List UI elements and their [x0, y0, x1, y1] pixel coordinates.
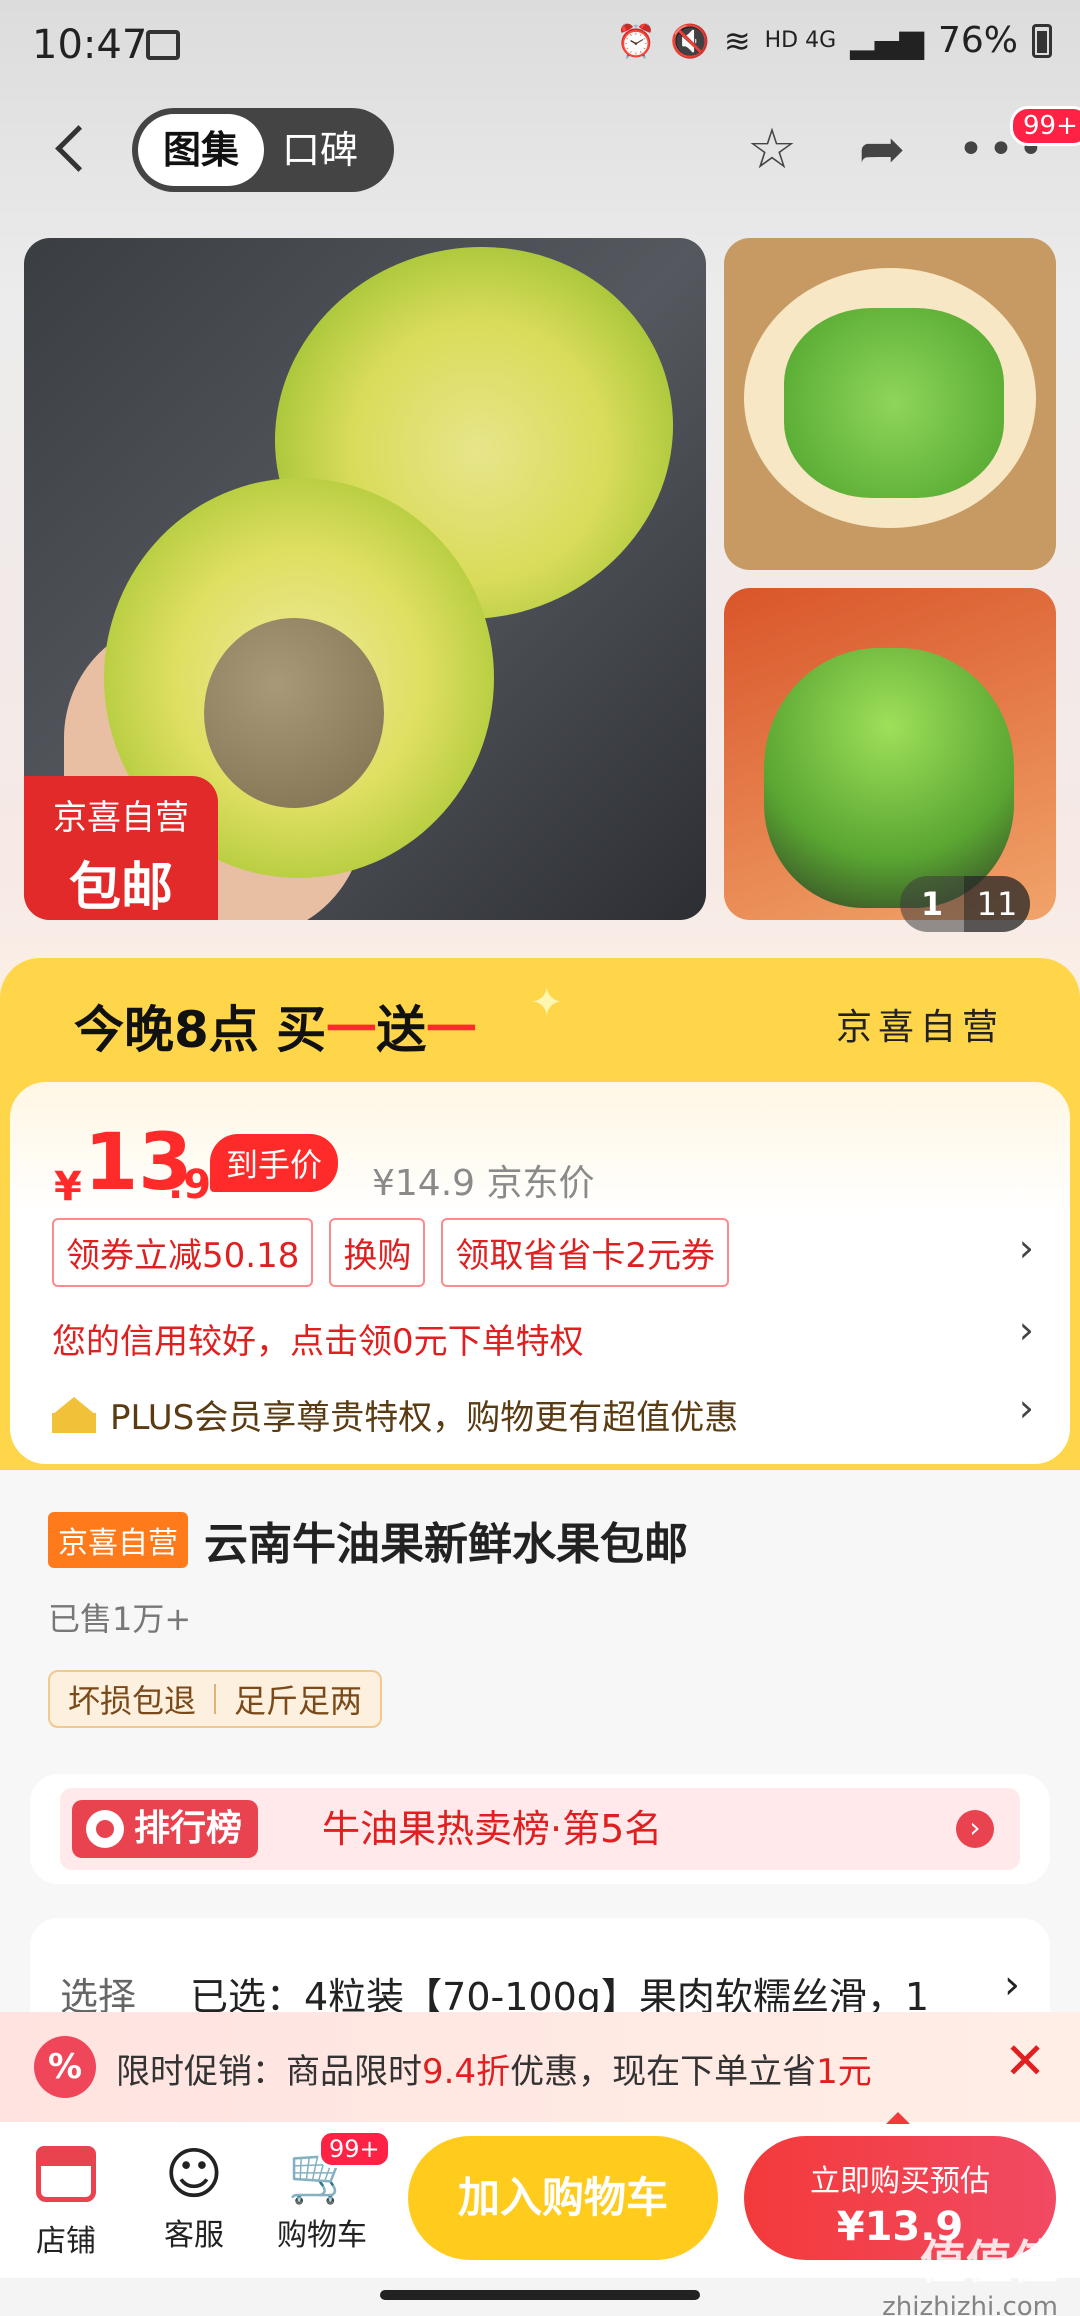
- status-bar: 10:47 ⏰ 🔇 ≋ HD 4G ▂▄▆ 76%: [0, 0, 1080, 95]
- ranking-badge: 排行榜: [72, 1800, 259, 1858]
- ranking-label: 排行榜: [134, 1808, 243, 1849]
- promo-tag: 京喜自营 包邮: [24, 776, 218, 920]
- buy-tooltip-tip: [886, 2112, 910, 2124]
- image-notification-icon: [146, 30, 180, 60]
- watermark-text: 值值值: [920, 2235, 1058, 2289]
- flash-text-mid: 优惠，现在下单立省: [510, 2052, 817, 2092]
- tab-reviews[interactable]: 口碑: [282, 108, 358, 192]
- close-icon[interactable]: ✕: [1004, 2032, 1046, 2090]
- service-tab[interactable]: ☺ 客服: [134, 2140, 254, 2254]
- plus-text: PLUS会员享尊贵特权，购物更有超值优惠: [110, 1398, 739, 1438]
- cart-label: 购物车: [277, 2218, 367, 2253]
- trophy-icon: [86, 1810, 124, 1848]
- message-badge: 99+: [1010, 106, 1080, 146]
- price-decimal: .9: [168, 1162, 212, 1208]
- store-icon: [36, 2146, 96, 2202]
- battery-icon: [1032, 23, 1052, 58]
- avocado-slices: [784, 308, 1004, 498]
- chevron-right-icon[interactable]: ›: [956, 1810, 994, 1848]
- thumbnail-photo-1[interactable]: [724, 238, 1056, 570]
- sold-count: 已售1万+: [48, 1600, 192, 1638]
- wifi-icon: ≋: [723, 21, 751, 60]
- favorite-star-icon[interactable]: ☆: [740, 118, 804, 182]
- jd-reference-price: ¥14.9 京东价: [372, 1163, 595, 1204]
- price-currency: ¥: [54, 1164, 82, 1210]
- crown-icon: [52, 1396, 96, 1433]
- flash-text-pre: 限时促销：商品限时: [116, 2052, 422, 2092]
- home-indicator[interactable]: [380, 2290, 700, 2300]
- signal-icon: ▂▄▆: [850, 21, 924, 60]
- back-button[interactable]: [50, 118, 90, 178]
- price-card: ¥ 13 .9 到手价 ¥14.9 京东价 领券立减50.18 换购 领取省省卡…: [6, 1078, 1074, 1468]
- watermark-site: zhizhizhi.com: [882, 2292, 1058, 2316]
- buy-now-label: 立即购买预估: [810, 2164, 990, 2199]
- ranking-bar[interactable]: 排行榜 牛油果热卖榜·第5名 ›: [60, 1788, 1020, 1870]
- headline-part-c: 送: [376, 1001, 427, 1059]
- view-switch: 图集 口碑: [132, 108, 394, 192]
- chevron-right-icon[interactable]: ›: [1019, 1386, 1034, 1430]
- chevron-right-icon[interactable]: ›: [1004, 1962, 1020, 2008]
- flash-sale-text: 限时促销：商品限时9.4折优惠，现在下单立省1元: [116, 2044, 872, 2093]
- status-right: ⏰ 🔇 ≋ HD 4G ▂▄▆ 76%: [616, 20, 1052, 61]
- headline-part-a: 今晚8点 买: [74, 1001, 327, 1059]
- mute-icon: 🔇: [669, 21, 710, 60]
- watermark: 值值值 zhizhizhi.com: [882, 2226, 1058, 2316]
- store-label: 店铺: [36, 2224, 96, 2259]
- gallery-pager: 1 11: [900, 876, 1030, 932]
- plus-member-row[interactable]: PLUS会员享尊贵特权，购物更有超值优惠: [52, 1390, 738, 1439]
- tab-gallery[interactable]: 图集: [138, 114, 264, 186]
- battery-percent: 76%: [937, 20, 1018, 61]
- ranking-card[interactable]: 排行榜 牛油果热卖榜·第5名 ›: [30, 1774, 1050, 1884]
- service-label: 客服: [164, 2218, 224, 2253]
- guarantee-full-weight: 足斤足两: [234, 1682, 363, 1720]
- headline-part-b: 一: [326, 1001, 377, 1059]
- chevron-right-icon[interactable]: ›: [1019, 1226, 1034, 1270]
- percent-icon: %: [34, 2036, 96, 2098]
- avocado-scooped: [764, 648, 1014, 908]
- flash-save: 1元: [816, 2052, 872, 2092]
- store-tab[interactable]: 店铺: [6, 2140, 126, 2260]
- guarantee-tags[interactable]: 坏损包退 足斤足两: [48, 1670, 383, 1728]
- exchange-chip[interactable]: 换购: [329, 1218, 426, 1287]
- status-time: 10:47: [32, 22, 148, 68]
- self-operated-label: 京喜自营: [835, 1007, 1004, 1048]
- chevron-right-icon[interactable]: ›: [1019, 1308, 1034, 1352]
- pager-total: 11: [964, 876, 1030, 932]
- pager-current: 1: [920, 885, 944, 923]
- savings-card-chip[interactable]: 领取省省卡2元券: [441, 1218, 729, 1287]
- promo-headline: 今晚8点 买一送一: [74, 990, 476, 1062]
- final-price-tag: 到手价: [210, 1134, 339, 1192]
- add-to-cart-button[interactable]: 加入购物车: [408, 2136, 718, 2260]
- coupon-chips[interactable]: 领券立减50.18 换购 领取省省卡2元券: [52, 1218, 729, 1287]
- ranking-text: 牛油果热卖榜·第5名: [322, 1807, 663, 1851]
- shop-badge: 京喜自营: [48, 1512, 188, 1568]
- product-title: 云南牛油果新鲜水果包邮: [204, 1519, 688, 1570]
- flash-discount: 9.4折: [422, 2052, 511, 2092]
- coupon-chip[interactable]: 领券立减50.18: [52, 1218, 314, 1287]
- sparkle-icon: ✦: [530, 980, 564, 1026]
- avocado-seed: [204, 618, 384, 808]
- chat-icon: ☺: [164, 2142, 224, 2207]
- promo-tag-line2: 包邮: [68, 858, 173, 918]
- thumbnail-photo-2[interactable]: [724, 588, 1056, 920]
- cart-badge: 99+: [318, 2130, 391, 2168]
- guarantee-damage-refund: 坏损包退: [68, 1682, 197, 1720]
- network-label: HD 4G: [764, 28, 837, 53]
- flash-sale-bar[interactable]: % 限时促销：商品限时9.4折优惠，现在下单立省1元 ✕: [0, 2012, 1080, 2122]
- credit-offer[interactable]: 您的信用较好，点击领0元下单特权: [52, 1314, 584, 1363]
- title-row: 京喜自营 云南牛油果新鲜水果包邮: [48, 1508, 688, 1572]
- headline-part-d: 一: [426, 1001, 477, 1059]
- promo-tag-line1: 京喜自营: [53, 798, 189, 838]
- share-icon[interactable]: ➦: [850, 118, 914, 182]
- alarm-icon: ⏰: [616, 21, 656, 60]
